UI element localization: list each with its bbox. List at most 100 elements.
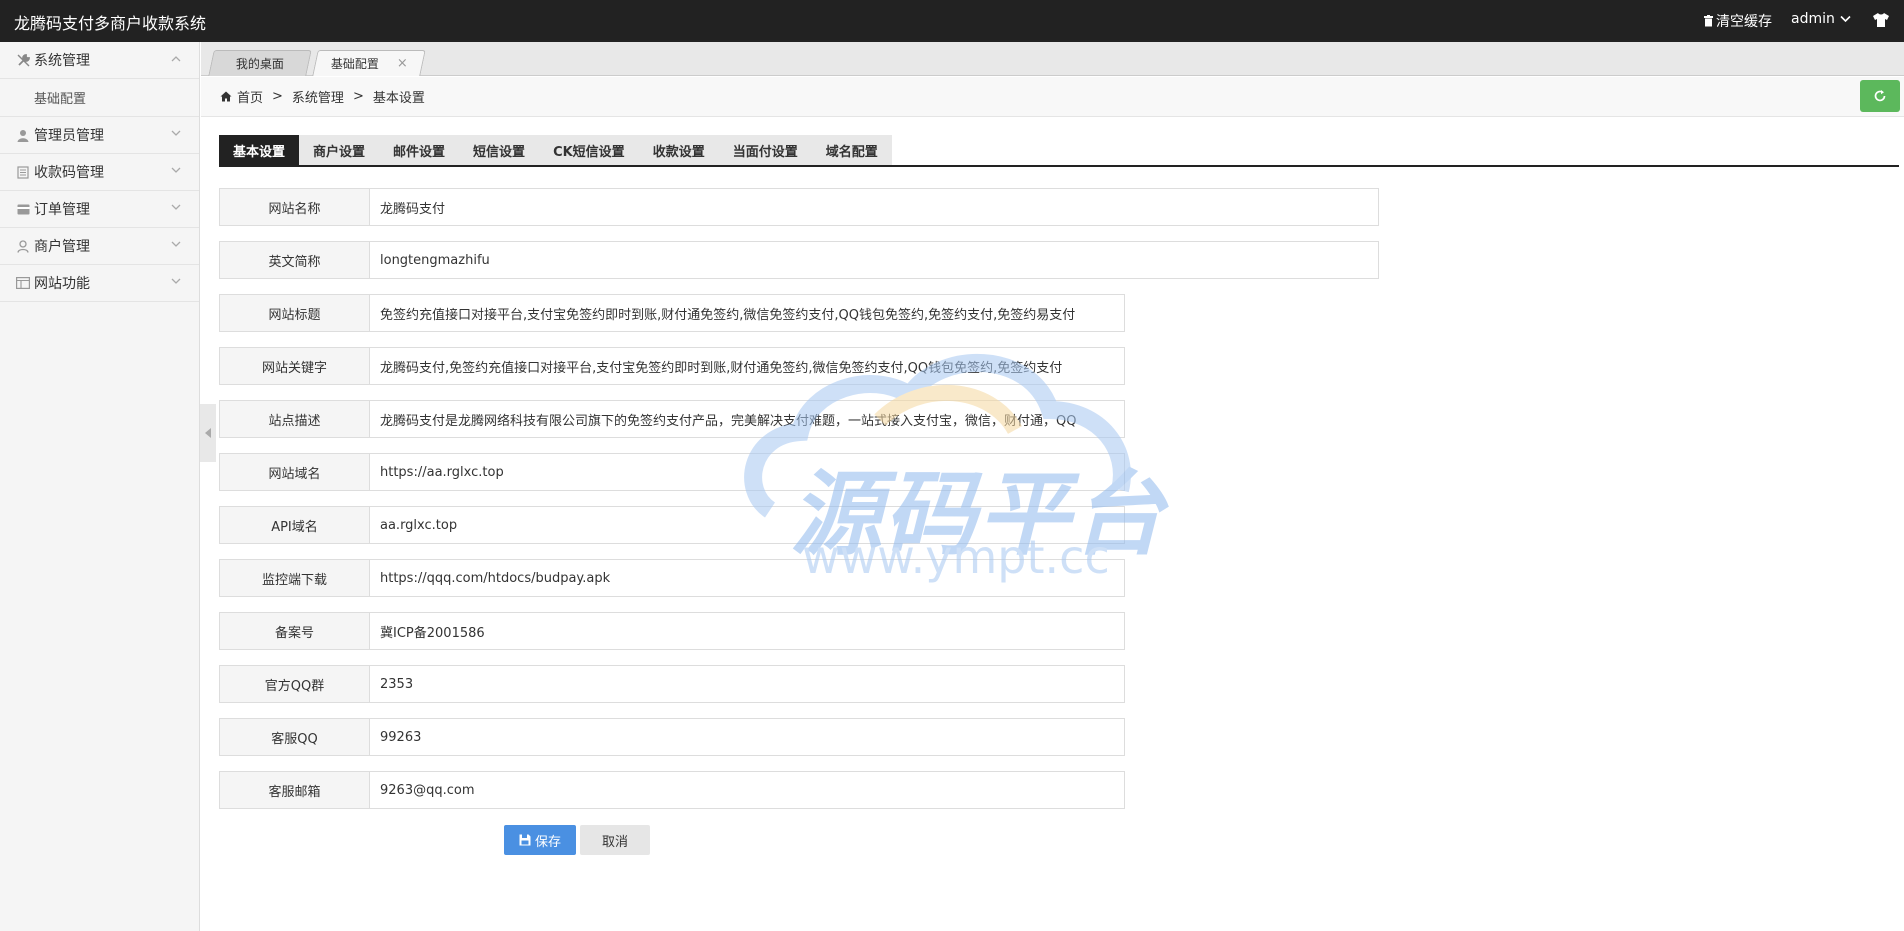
sidebar-subitem-basic-config[interactable]: 基础配置 [0,79,199,117]
site-description-field[interactable] [369,400,1125,438]
field-label: 英文简称 [219,241,369,279]
field-label: 网站关键字 [219,347,369,385]
chevron-down-icon [171,130,181,136]
clear-cache-label: 清空缓存 [1716,14,1772,30]
user-name: admin [1791,11,1835,27]
tab-label: 基础配置 [330,57,379,71]
english-name-field[interactable] [369,241,1379,279]
tab-my-desktop[interactable]: 我的桌面 [208,50,312,76]
settings-tab-sms[interactable]: 短信设置 [459,135,540,165]
merchant-icon [16,239,30,253]
window-icon [16,276,30,290]
home-icon [220,91,232,102]
form-row-qq-group: 官方QQ群 [219,665,1125,703]
form-row-service-qq: 客服QQ [219,718,1125,756]
field-label: 监控端下载 [219,559,369,597]
breadcrumb-system[interactable]: 系统管理 [292,87,344,106]
field-label: 网站名称 [219,188,369,226]
form-row-service-email: 客服邮箱 [219,771,1125,809]
chevron-down-icon [1840,15,1851,23]
site-title-field[interactable] [369,294,1125,332]
field-label: API域名 [219,506,369,544]
sidebar-item-label: 网站功能 [34,276,90,292]
refresh-button[interactable] [1860,80,1900,112]
form-row-site-name: 网站名称 [219,188,1379,226]
document-icon [16,165,30,179]
caret-left-icon [205,428,211,438]
sidebar-item-label: 商户管理 [34,239,90,255]
icp-number-field[interactable] [369,612,1125,650]
site-name-field[interactable] [369,188,1379,226]
breadcrumb: 首页 > 系统管理 > 基本设置 [220,87,425,106]
sidebar-item-admin[interactable]: 管理员管理 [0,117,199,154]
service-email-field[interactable] [369,771,1125,809]
sidebar-item-label: 收款码管理 [34,165,104,181]
settings-tab-email[interactable]: 邮件设置 [379,135,460,165]
settings-tab-basic[interactable]: 基本设置 [219,135,300,165]
top-bar: 龙腾码支付多商户收款系统 清空缓存 admin [0,0,1904,42]
field-label: 网站域名 [219,453,369,491]
breadcrumb-bar: 首页 > 系统管理 > 基本设置 [201,77,1904,117]
breadcrumb-home[interactable]: 首页 [237,87,263,106]
settings-tab-payment[interactable]: 收款设置 [638,135,719,165]
settings-tab-face-pay[interactable]: 当面付设置 [718,135,812,165]
sidebar-item-qrcode[interactable]: 收款码管理 [0,154,199,191]
user-menu[interactable]: admin [1791,11,1851,27]
chevron-down-icon [171,241,181,247]
tab-basic-config[interactable]: 基础配置 × [312,50,426,76]
field-label: 站点描述 [219,400,369,438]
chevron-down-icon [171,167,181,173]
user-icon [16,128,30,142]
sidebar-item-orders[interactable]: 订单管理 [0,191,199,228]
form-row-description: 站点描述 [219,400,1125,438]
save-icon [519,834,531,846]
form-row-keywords: 网站关键字 [219,347,1125,385]
field-label: 客服邮箱 [219,771,369,809]
sidebar-item-label: 管理员管理 [34,128,104,144]
settings-tab-ck-sms[interactable]: CK短信设置 [539,135,639,165]
chevron-up-icon [171,56,181,62]
sidebar-collapse-toggle[interactable] [200,404,216,462]
sidebar-item-system[interactable]: 系统管理 [0,42,199,79]
app-title: 龙腾码支付多商户收款系统 [14,14,207,33]
sidebar-item-label: 订单管理 [34,202,90,218]
sidebar-item-merchants[interactable]: 商户管理 [0,228,199,265]
site-domain-field[interactable] [369,453,1125,491]
field-label: 官方QQ群 [219,665,369,703]
tab-label: 我的桌面 [235,57,284,71]
field-label: 网站标题 [219,294,369,332]
sidebar: 系统管理 基础配置 管理员管理 收款码管理 订单管理 商户管理 网站功能 [0,42,200,931]
field-label: 客服QQ [219,718,369,756]
sidebar-item-label: 系统管理 [34,53,90,69]
page-tab-strip: 我的桌面 基础配置 × [201,42,1904,76]
monitor-download-field[interactable] [369,559,1125,597]
breadcrumb-separator: > [272,89,283,104]
close-icon[interactable]: × [396,56,407,71]
chevron-down-icon [171,278,181,284]
api-domain-field[interactable] [369,506,1125,544]
service-qq-field[interactable] [369,718,1125,756]
settings-tab-merchant[interactable]: 商户设置 [299,135,380,165]
breadcrumb-separator: > [352,89,364,104]
qq-group-field[interactable] [369,665,1125,703]
sidebar-item-site-functions[interactable]: 网站功能 [0,265,199,302]
form-row-english-name: 英文简称 [219,241,1379,279]
form-row-icp: 备案号 [219,612,1125,650]
settings-tabs: 基本设置 商户设置 邮件设置 短信设置 CK短信设置 收款设置 当面付设置 域名… [219,135,1899,167]
field-label: 备案号 [219,612,369,650]
form-row-site-domain: 网站域名 [219,453,1125,491]
breadcrumb-current: 基本设置 [372,91,425,106]
refresh-icon [1874,90,1886,102]
tshirt-icon[interactable] [1872,12,1890,32]
form-row-api-domain: API域名 [219,506,1125,544]
wrench-icon [16,53,30,67]
save-button[interactable]: 保存 [504,825,576,855]
chevron-down-icon [171,204,181,210]
form-row-site-title: 网站标题 [219,294,1125,332]
site-keywords-field[interactable] [369,347,1125,385]
cancel-button[interactable]: 取消 [580,825,650,855]
trash-icon [1704,15,1713,27]
settings-tab-domain[interactable]: 域名配置 [811,135,892,165]
save-label: 保存 [534,834,561,850]
clear-cache-button[interactable]: 清空缓存 [1703,11,1772,31]
